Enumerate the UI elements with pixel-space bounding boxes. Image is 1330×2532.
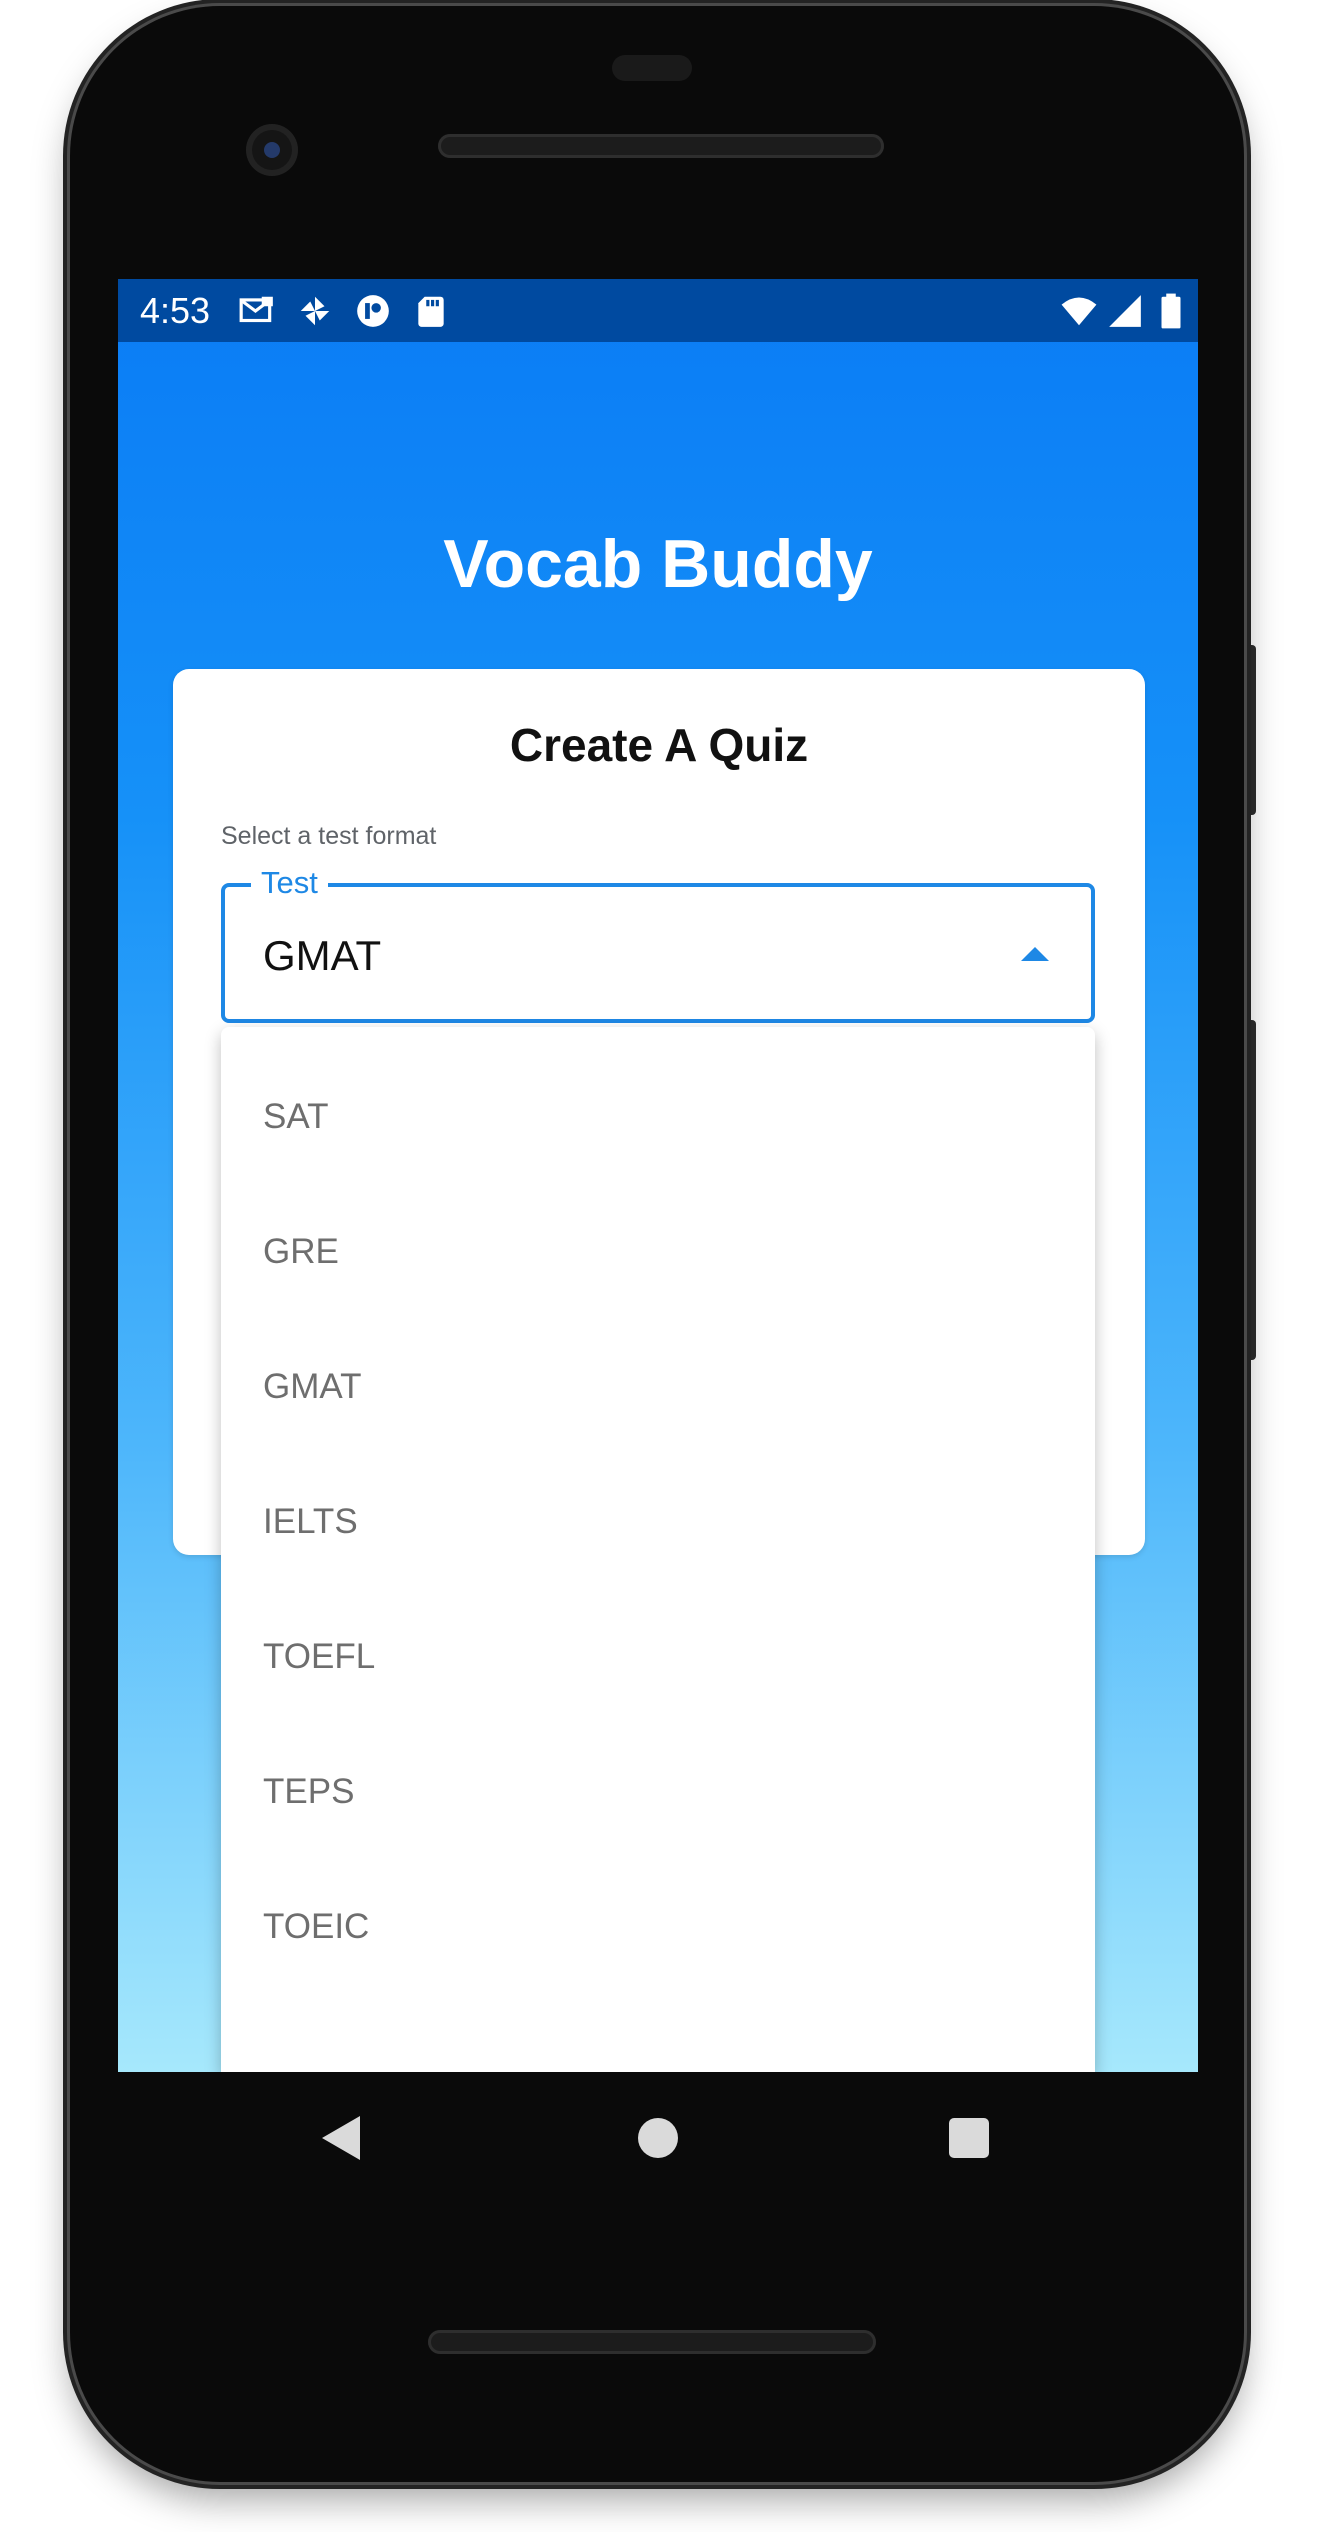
dropdown-option-gre[interactable]: GRE [221,1184,1095,1319]
dropdown-option-teps[interactable]: TEPS [221,1724,1095,1859]
pinwheel-icon [300,296,330,326]
dropdown-option-ielts[interactable]: IELTS [221,1454,1095,1589]
test-dropdown-menu: SAT GRE GMAT IELTS TOEFL TEPS TOEIC [221,1027,1095,2072]
battery-icon [1161,293,1181,329]
test-select-value: GMAT [263,932,382,979]
test-select-label: Test [251,863,328,903]
bottom-speaker [428,2330,876,2354]
power-button [1244,1020,1256,1360]
gmail-icon [239,296,273,323]
earpiece-speaker [438,134,884,158]
home-icon[interactable] [638,2118,678,2158]
front-camera-icon [246,124,298,176]
app-icon [357,295,389,327]
dropdown-option-sat[interactable]: SAT [221,1049,1095,1184]
signal-icon [1109,295,1141,327]
test-format-helper-text: Select a test format [221,822,437,850]
volume-button [1244,645,1256,815]
back-icon[interactable] [322,2116,360,2160]
sensor-icon [612,55,692,81]
recents-icon[interactable] [949,2118,989,2158]
screen: 4:53 Vocab Buddy Create A Quiz Select a … [118,279,1198,2072]
wifi-icon [1061,297,1097,326]
caret-up-icon[interactable] [1021,947,1049,961]
card-title: Create A Quiz [509,719,809,771]
sd-card-icon [418,296,444,327]
page: 4:53 Vocab Buddy Create A Quiz Select a … [0,0,1330,2532]
dropdown-option-toefl[interactable]: TOEFL [221,1589,1095,1724]
app-title: Vocab Buddy [443,526,873,602]
dropdown-option-toeic[interactable]: TOEIC [221,1859,1095,1994]
dropdown-option-gmat[interactable]: GMAT [221,1319,1095,1454]
test-select[interactable]: Test GMAT [221,863,1095,1023]
status-bar: 4:53 [118,279,1198,342]
status-time: 4:53 [140,290,211,331]
